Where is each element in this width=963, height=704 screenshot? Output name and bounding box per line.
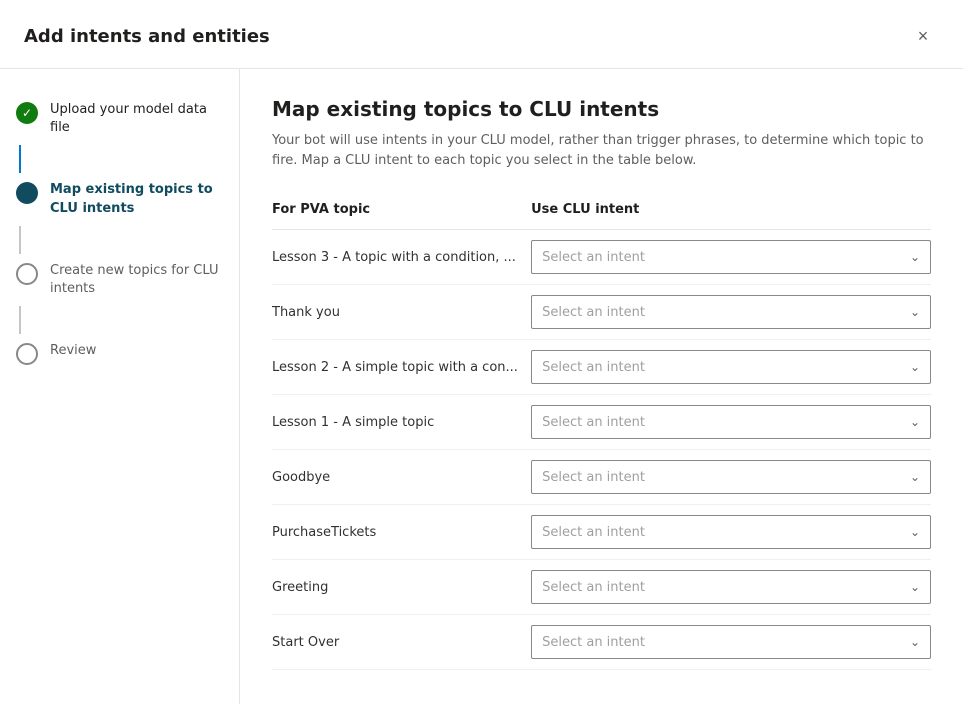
intent-cell: Select an intent ⌄	[531, 505, 931, 560]
intent-cell: Select an intent ⌄	[531, 560, 931, 615]
connector-2	[19, 226, 21, 254]
connector-1	[19, 145, 21, 173]
sidebar: ✓ Upload your model data file Map existi…	[0, 69, 240, 704]
sidebar-item-create: Create new topics for CLU intents	[0, 254, 239, 306]
page-title: Map existing topics to CLU intents	[272, 97, 931, 121]
intent-cell: Select an intent ⌄	[531, 615, 931, 670]
table-row: Thank you Select an intent ⌄	[272, 285, 931, 340]
chevron-down-icon: ⌄	[910, 470, 920, 484]
intent-cell: Select an intent ⌄	[531, 285, 931, 340]
intent-cell: Select an intent ⌄	[531, 340, 931, 395]
chevron-down-icon: ⌄	[910, 360, 920, 374]
intent-placeholder: Select an intent	[542, 580, 645, 595]
step-label-upload: Upload your model data file	[50, 101, 223, 137]
topic-cell: Lesson 3 - A topic with a condition, ...	[272, 230, 531, 285]
table-row: Goodbye Select an intent ⌄	[272, 450, 931, 505]
step-icon-map	[16, 182, 38, 204]
intent-dropdown[interactable]: Select an intent ⌄	[531, 625, 931, 659]
topic-cell: Goodbye	[272, 450, 531, 505]
close-button[interactable]: ×	[907, 20, 939, 52]
topic-cell: Thank you	[272, 285, 531, 340]
table-header-row: For PVA topic Use CLU intent	[272, 194, 931, 230]
chevron-down-icon: ⌄	[910, 415, 920, 429]
table-row: PurchaseTickets Select an intent ⌄	[272, 505, 931, 560]
chevron-down-icon: ⌄	[910, 250, 920, 264]
chevron-down-icon: ⌄	[910, 580, 920, 594]
topic-cell: Lesson 2 - A simple topic with a con...	[272, 340, 531, 395]
step-icon-review	[16, 343, 38, 365]
intent-placeholder: Select an intent	[542, 415, 645, 430]
table-row: Lesson 2 - A simple topic with a con...S…	[272, 340, 931, 395]
col-header-topic: For PVA topic	[272, 194, 531, 230]
dialog: Add intents and entities × ✓ Upload your…	[0, 0, 963, 704]
intent-placeholder: Select an intent	[542, 305, 645, 320]
step-label-review: Review	[50, 342, 96, 360]
topic-cell: PurchaseTickets	[272, 505, 531, 560]
sidebar-item-upload: ✓ Upload your model data file	[0, 93, 239, 145]
chevron-down-icon: ⌄	[910, 525, 920, 539]
step-label-map: Map existing topics to CLU intents	[50, 181, 223, 217]
intent-dropdown[interactable]: Select an intent ⌄	[531, 570, 931, 604]
step-icon-create	[16, 263, 38, 285]
intent-placeholder: Select an intent	[542, 360, 645, 375]
dialog-body: ✓ Upload your model data file Map existi…	[0, 69, 963, 704]
intent-placeholder: Select an intent	[542, 250, 645, 265]
intent-placeholder: Select an intent	[542, 525, 645, 540]
step-icon-upload: ✓	[16, 102, 38, 124]
intent-cell: Select an intent ⌄	[531, 230, 931, 285]
intent-dropdown[interactable]: Select an intent ⌄	[531, 460, 931, 494]
col-header-intent: Use CLU intent	[531, 194, 931, 230]
topic-cell: Start Over	[272, 615, 531, 670]
intent-dropdown[interactable]: Select an intent ⌄	[531, 405, 931, 439]
mapping-table: For PVA topic Use CLU intent Lesson 3 - …	[272, 194, 931, 670]
connector-3	[19, 306, 21, 334]
dialog-title: Add intents and entities	[24, 26, 270, 47]
main-content: Map existing topics to CLU intents Your …	[240, 69, 963, 704]
topic-cell: Greeting	[272, 560, 531, 615]
topic-cell: Lesson 1 - A simple topic	[272, 395, 531, 450]
step-label-create: Create new topics for CLU intents	[50, 262, 223, 298]
dialog-header: Add intents and entities ×	[0, 0, 963, 69]
page-description: Your bot will use intents in your CLU mo…	[272, 131, 931, 170]
intent-placeholder: Select an intent	[542, 635, 645, 650]
chevron-down-icon: ⌄	[910, 635, 920, 649]
intent-dropdown[interactable]: Select an intent ⌄	[531, 515, 931, 549]
sidebar-item-review: Review	[0, 334, 239, 373]
table-row: Greeting Select an intent ⌄	[272, 560, 931, 615]
intent-dropdown[interactable]: Select an intent ⌄	[531, 240, 931, 274]
intent-placeholder: Select an intent	[542, 470, 645, 485]
sidebar-item-map: Map existing topics to CLU intents	[0, 173, 239, 225]
table-row: Lesson 3 - A topic with a condition, ...…	[272, 230, 931, 285]
chevron-down-icon: ⌄	[910, 305, 920, 319]
intent-dropdown[interactable]: Select an intent ⌄	[531, 295, 931, 329]
table-row: Start Over Select an intent ⌄	[272, 615, 931, 670]
close-icon: ×	[918, 26, 929, 47]
intent-cell: Select an intent ⌄	[531, 450, 931, 505]
intent-cell: Select an intent ⌄	[531, 395, 931, 450]
table-row: Lesson 1 - A simple topicSelect an inten…	[272, 395, 931, 450]
intent-dropdown[interactable]: Select an intent ⌄	[531, 350, 931, 384]
